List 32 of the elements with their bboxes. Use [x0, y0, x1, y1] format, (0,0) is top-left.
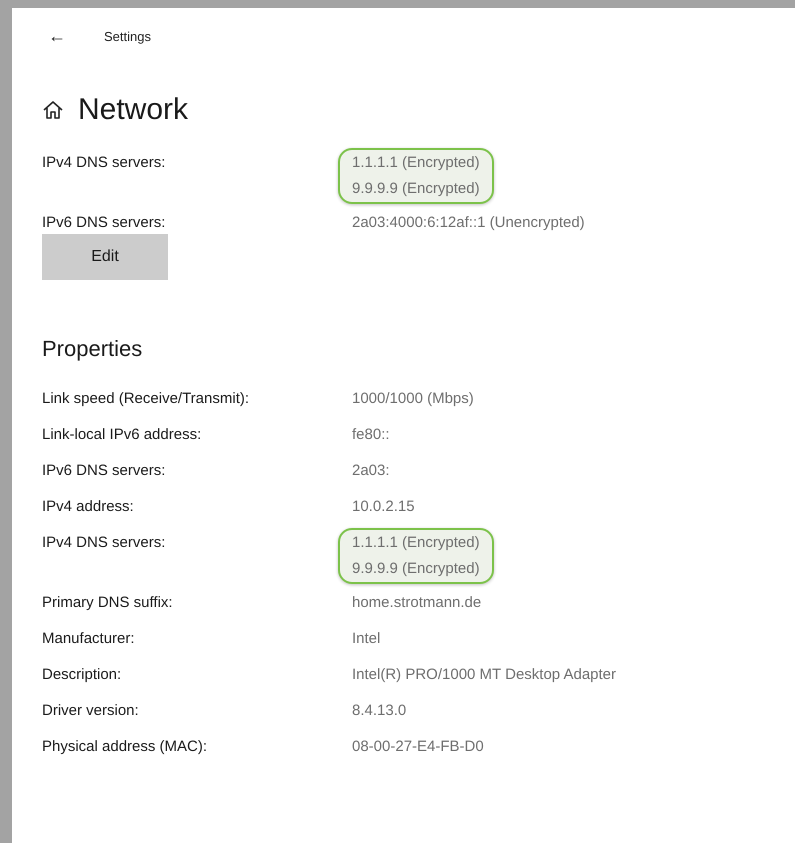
property-value: 10.0.2.15 — [352, 497, 415, 517]
property-value: 2a03:4000:6:12af::1 (Unencrypted) — [352, 213, 585, 233]
property-value: 9.9.9.9 (Encrypted) — [352, 179, 480, 199]
property-label: IPv6 DNS servers: — [42, 213, 166, 233]
section-heading: Properties — [42, 336, 144, 362]
property-value: home.strotmann.de — [352, 593, 482, 613]
app-title: Settings — [104, 28, 151, 44]
property-value: 1.1.1.1 (Encrypted) — [352, 533, 480, 553]
property-label: Description: — [42, 665, 122, 685]
property-label: Manufacturer: — [42, 629, 136, 649]
property-value: 08-00-27-E4-FB-D0 — [352, 737, 484, 757]
property-label: IPv6 DNS servers: — [42, 461, 166, 481]
property-label: Driver version: — [42, 701, 140, 721]
property-value: 9.9.9.9 (Encrypted) — [352, 559, 480, 579]
edit-button[interactable]: Edit — [42, 234, 168, 280]
page-title: Network — [78, 93, 188, 127]
property-label: IPv4 DNS servers: — [42, 153, 166, 173]
property-value: 1000/1000 (Mbps) — [352, 389, 474, 409]
property-value: 1.1.1.1 (Encrypted) — [352, 153, 480, 173]
property-label: IPv4 address: — [42, 497, 135, 517]
property-value: Intel — [352, 629, 380, 649]
property-value: fe80:: — [352, 425, 390, 445]
back-button[interactable]: ← — [48, 26, 66, 46]
property-label: Link speed (Receive/Transmit): — [42, 389, 250, 409]
property-label: IPv4 DNS servers: — [42, 533, 166, 553]
property-label: Link-local IPv6 address: — [42, 425, 202, 445]
property-label: Primary DNS suffix: — [42, 593, 174, 613]
property-value: 2a03: — [352, 461, 390, 481]
property-label: Physical address (MAC): — [42, 737, 208, 757]
property-value: Intel(R) PRO/1000 MT Desktop Adapter — [352, 665, 616, 685]
property-value: 8.4.13.0 — [352, 701, 406, 721]
home-icon — [42, 99, 64, 121]
